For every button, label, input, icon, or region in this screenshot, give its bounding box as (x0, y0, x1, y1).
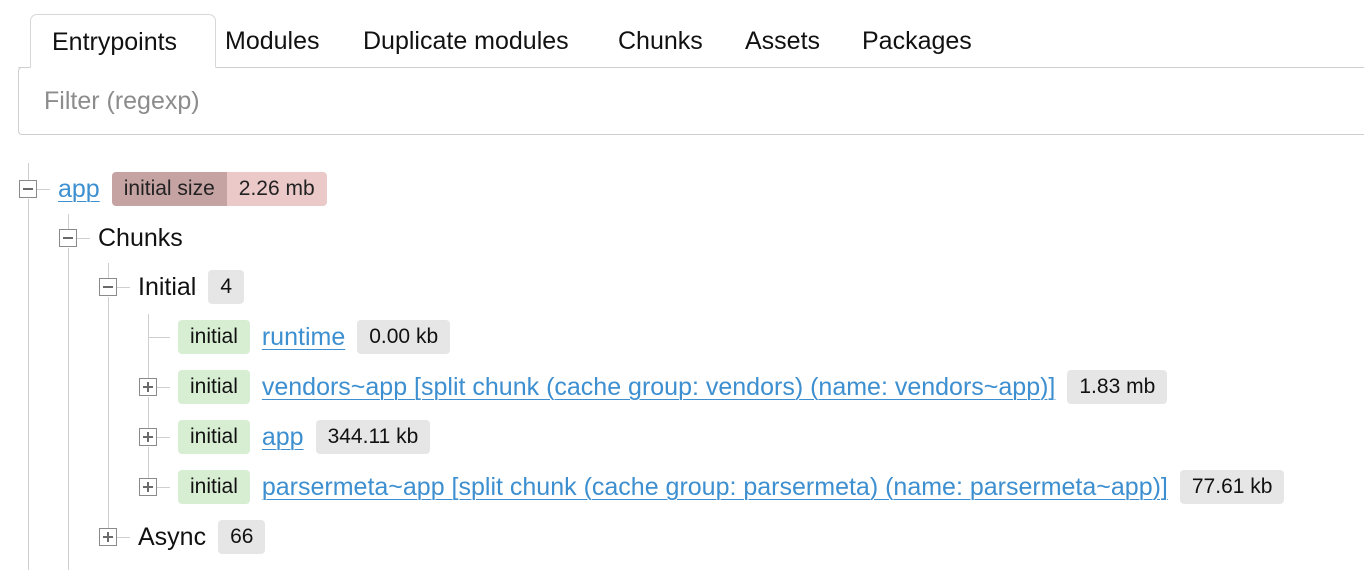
chunk-size-badge: 0.00 kb (357, 320, 451, 354)
chunk-link[interactable]: app (262, 423, 304, 452)
chunk-row: initial runtime 0.00 kb (178, 319, 451, 355)
tab-assets[interactable]: Assets (724, 14, 841, 68)
tab-packages[interactable]: Packages (841, 14, 993, 68)
initial-size-label: initial size (111, 172, 227, 206)
tree-line (157, 387, 170, 388)
initial-tag: initial (178, 370, 250, 404)
tree-line (117, 287, 130, 288)
chunk-size-badge: 344.11 kb (315, 420, 431, 454)
initial-tag: initial (178, 470, 250, 504)
minus-square-icon[interactable] (19, 180, 37, 198)
async-node: Async 66 (138, 519, 266, 555)
tree-line (117, 537, 130, 538)
initial-tag: initial (178, 420, 250, 454)
tab-chunks[interactable]: Chunks (597, 14, 724, 68)
chunks-label: Chunks (98, 223, 183, 252)
entrypoint-row: app initial size 2.26 mb (58, 171, 327, 207)
chunk-size-badge: 77.61 kb (1179, 470, 1285, 504)
minus-square-icon[interactable] (99, 278, 117, 296)
tree-line (157, 437, 170, 438)
initial-tag: initial (178, 320, 250, 354)
tab-modules[interactable]: Modules (204, 14, 341, 68)
initial-size-value: 2.26 mb (226, 172, 327, 206)
tree-line (157, 487, 170, 488)
initial-label: Initial (138, 272, 197, 301)
async-label: Async (138, 522, 207, 551)
chunks-node: Chunks (98, 220, 183, 256)
tree-line (77, 238, 90, 239)
filter-input[interactable] (18, 67, 1364, 135)
plus-square-icon[interactable] (139, 478, 157, 496)
tree-line (68, 214, 69, 230)
minus-square-icon[interactable] (59, 229, 77, 247)
plus-square-icon[interactable] (139, 428, 157, 446)
chunk-link[interactable]: vendors~app [split chunk (cache group: v… (262, 373, 1056, 402)
initial-count-badge: 4 (208, 270, 245, 304)
initial-node: Initial 4 (138, 269, 245, 305)
chunk-link[interactable]: parsermeta~app [split chunk (cache group… (262, 473, 1168, 502)
tree-line (108, 297, 109, 528)
tree-line (148, 337, 170, 338)
tree-line (108, 263, 109, 279)
chunk-row: initial app 344.11 kb (178, 419, 431, 455)
entrypoint-link[interactable]: app (58, 175, 100, 204)
plus-square-icon[interactable] (99, 528, 117, 546)
tree-line (148, 314, 149, 379)
tree-line (28, 163, 29, 181)
chunk-row: initial parsermeta~app [split chunk (cac… (178, 469, 1285, 505)
tab-duplicate-modules[interactable]: Duplicate modules (342, 14, 590, 68)
tab-entrypoints[interactable]: Entrypoints (30, 14, 216, 68)
tree-line (68, 248, 69, 570)
tree-line (37, 189, 50, 190)
chunk-link[interactable]: runtime (262, 323, 345, 352)
tree-line (28, 199, 29, 570)
plus-square-icon[interactable] (139, 378, 157, 396)
tree-line (148, 397, 149, 429)
chunk-size-badge: 1.83 mb (1067, 370, 1168, 404)
chunk-row: initial vendors~app [split chunk (cache … (178, 369, 1168, 405)
initial-size-badge: initial size 2.26 mb (111, 172, 327, 206)
tab-bar: Entrypoints Modules Duplicate modules Ch… (18, 14, 1364, 68)
tree-line (148, 447, 149, 479)
async-count-badge: 66 (218, 520, 266, 554)
